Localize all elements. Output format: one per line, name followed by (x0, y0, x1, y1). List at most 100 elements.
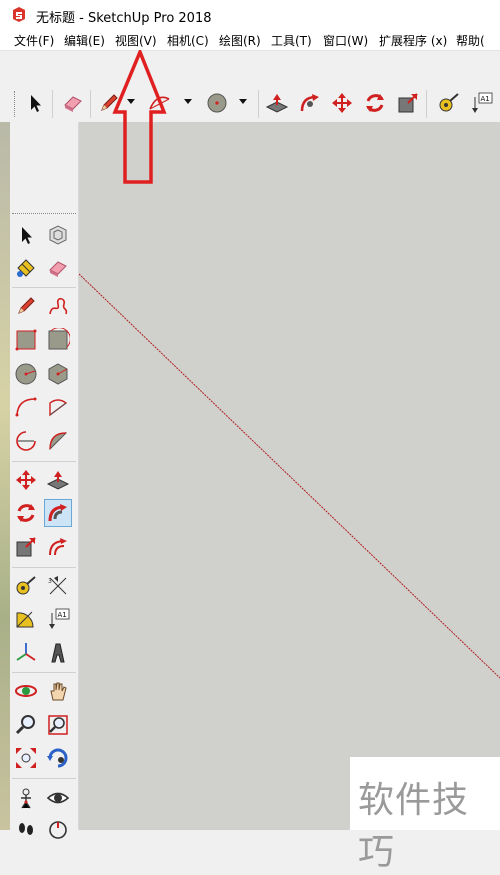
previous-view-tool-button[interactable] (44, 744, 72, 772)
dimension-tool-button[interactable]: 3 (44, 572, 72, 600)
eraser-icon (49, 261, 67, 277)
circle-icon (15, 363, 37, 385)
three-point-arc-tool-button[interactable] (44, 427, 72, 455)
toolbar-separator (52, 90, 53, 118)
protractor-tool-button[interactable] (12, 605, 40, 633)
walk-icon (19, 823, 33, 835)
pan-tool-button[interactable] (44, 677, 72, 705)
circle-tool-button[interactable] (12, 360, 40, 388)
svg-text:3: 3 (48, 578, 52, 585)
menu-extensions[interactable]: 扩展程序 (x) (379, 32, 447, 49)
arc-tool-button[interactable] (12, 393, 40, 421)
rotated-rectangle-tool-button[interactable] (44, 326, 72, 354)
title-bar: 无标题 - SketchUp Pro 2018 (0, 0, 500, 30)
previous-view-icon (47, 748, 68, 768)
menu-view[interactable]: 视图(V) (115, 32, 157, 49)
menu-help[interactable]: 帮助( (456, 32, 485, 49)
paint-bucket-icon (17, 259, 35, 277)
eraser-tool-button[interactable] (60, 90, 86, 116)
follow-me-icon (300, 94, 319, 112)
paint-bucket-tool-button[interactable] (12, 254, 40, 282)
axes-tool-button[interactable] (12, 639, 40, 667)
window-title: 无标题 - SketchUp Pro 2018 (36, 11, 212, 26)
panel-grip[interactable] (12, 213, 76, 216)
red-axis-line (79, 273, 500, 679)
drawing-canvas[interactable] (79, 122, 500, 830)
chevron-down-icon[interactable] (238, 96, 248, 106)
section-plane-tool-button[interactable] (44, 816, 72, 844)
polygon-icon (48, 363, 68, 385)
zoom-window-icon (48, 715, 68, 735)
two-point-arc-tool-button[interactable] (12, 427, 40, 455)
pie-tool-button[interactable] (44, 393, 72, 421)
zoom-icon (15, 715, 35, 735)
axes-icon (16, 643, 36, 661)
menu-edit[interactable]: 编辑(E) (64, 32, 105, 49)
3d-text-tool-button[interactable] (44, 639, 72, 667)
follow-me-tool-button[interactable] (44, 499, 72, 527)
offset-tool-button[interactable] (44, 533, 72, 561)
move-icon (332, 93, 352, 113)
text-tool-button[interactable]: A1 (44, 605, 72, 633)
zoom-extents-icon (16, 748, 36, 768)
3d-text-icon (51, 643, 65, 663)
menu-file[interactable]: 文件(F) (14, 32, 54, 49)
offset-icon (49, 538, 67, 556)
scale-tool-button[interactable] (12, 533, 40, 561)
freehand-tool-button[interactable] (44, 292, 72, 320)
push-pull-tool-button[interactable] (44, 466, 72, 494)
push-pull-tool-button[interactable] (264, 90, 290, 116)
rectangle-icon (15, 329, 37, 351)
follow-me-tool-button[interactable] (297, 90, 323, 116)
desktop-background-strip (0, 122, 10, 830)
polygon-tool-button[interactable] (44, 360, 72, 388)
watermark-text: 软件技巧 (358, 780, 470, 873)
select-tool-button[interactable] (12, 221, 40, 249)
menu-draw[interactable]: 绘图(R) (219, 32, 261, 49)
circle-icon (207, 93, 227, 113)
component-icon (49, 225, 67, 245)
zoom-tool-button[interactable] (12, 711, 40, 739)
scale-tool-button[interactable] (395, 90, 421, 116)
three-point-arc-icon (49, 432, 68, 451)
zoom-window-tool-button[interactable] (44, 711, 72, 739)
pie-icon (49, 399, 68, 417)
zoom-extents-tool-button[interactable] (12, 744, 40, 772)
pan-icon (50, 682, 67, 701)
tool-separator (12, 461, 76, 462)
menu-camera[interactable]: 相机(C) (167, 32, 209, 49)
tape-measure-tool-button[interactable] (12, 572, 40, 600)
select-tool-button[interactable] (22, 90, 48, 116)
push-pull-icon (46, 471, 70, 490)
walk-tool-button[interactable] (12, 816, 40, 844)
move-tool-button[interactable] (12, 466, 40, 494)
select-icon (31, 95, 41, 112)
text-icon: A1 (472, 92, 493, 113)
rotated-rectangle-icon (48, 328, 70, 350)
toolbar-grip[interactable] (14, 91, 17, 117)
rotate-icon (17, 504, 35, 522)
rectangle-tool-button[interactable] (12, 326, 40, 354)
tool-separator (12, 287, 76, 288)
freehand-icon (49, 297, 68, 315)
orbit-tool-button[interactable] (12, 677, 40, 705)
move-tool-button[interactable] (329, 90, 355, 116)
chevron-down-icon[interactable] (183, 96, 193, 106)
position-camera-tool-button[interactable] (12, 784, 40, 812)
protractor-icon (16, 611, 34, 628)
text-tool-button[interactable]: A1 (468, 90, 494, 116)
select-icon (22, 227, 32, 244)
menu-bar: 文件(F) 编辑(E) 视图(V) 相机(C) 绘图(R) 工具(T) 窗口(W… (0, 30, 500, 50)
eraser-tool-button[interactable] (44, 254, 72, 282)
shape-tool-button[interactable] (204, 90, 230, 116)
tape-measure-tool-button[interactable] (436, 90, 462, 116)
menu-tools[interactable]: 工具(T) (271, 32, 312, 49)
menu-window[interactable]: 窗口(W) (323, 32, 368, 49)
dimension-icon: 3 (48, 576, 67, 595)
rotate-tool-button[interactable] (362, 90, 388, 116)
line-tool-button[interactable] (12, 292, 40, 320)
look-around-tool-button[interactable] (44, 784, 72, 812)
rotate-tool-button[interactable] (12, 499, 40, 527)
make-component-tool-button[interactable] (44, 221, 72, 249)
rotate-icon (366, 94, 384, 112)
